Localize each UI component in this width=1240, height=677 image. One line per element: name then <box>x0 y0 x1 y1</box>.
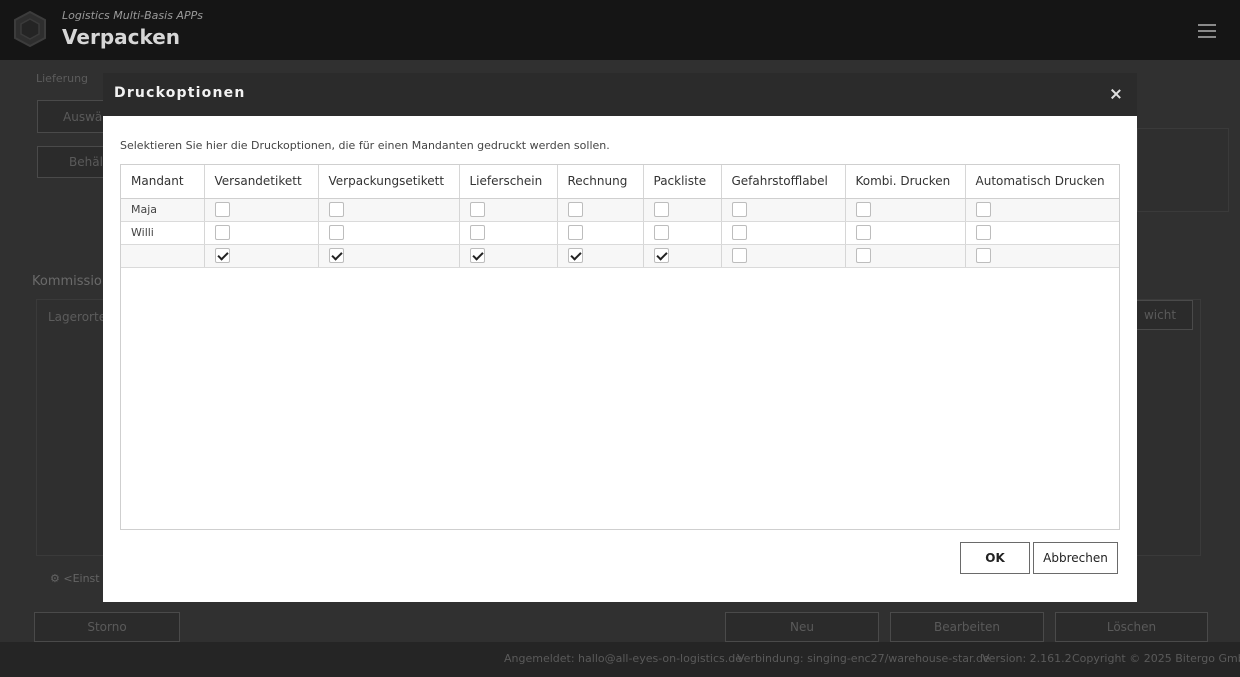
verpackungsetikett-checkbox[interactable] <box>328 225 344 240</box>
column-header-packliste[interactable]: Packliste <box>643 165 722 199</box>
select-button[interactable]: Auswäh <box>37 100 107 133</box>
checkbox-cell-gefahrstofflabel <box>721 221 846 245</box>
delivery-label: Lieferung <box>36 72 89 85</box>
mandant-cell: Maja <box>121 198 205 222</box>
tab-storage-locations[interactable]: Lagerorte <box>48 310 106 324</box>
edit-button[interactable]: Bearbeiten <box>890 612 1044 642</box>
app-subtitle: Logistics Multi-Basis APPs <box>62 9 203 22</box>
print-options-table: Mandant Versandetikett Verpackungsetiket… <box>120 164 1120 530</box>
app-header: Logistics Multi-Basis APPs Verpacken <box>0 0 1240 60</box>
cancel-order-button[interactable]: Storno <box>34 612 180 642</box>
table-row[interactable]: Willi <box>121 221 1119 245</box>
version-text: Version: 2.161.2 <box>982 652 1072 665</box>
checkbox-cell-versandetikett <box>204 198 319 222</box>
lieferschein-checkbox[interactable] <box>469 248 485 263</box>
kombi-drucken-checkbox[interactable] <box>855 202 871 217</box>
copyright-text: Copyright © 2025 Bitergo GmbH <box>1072 652 1240 665</box>
dialog-description: Selektieren Sie hier die Druckoptionen, … <box>120 139 610 152</box>
checkbox-cell-rechnung <box>557 221 644 245</box>
verpackungsetikett-checkbox[interactable] <box>328 248 344 263</box>
gefahrstofflabel-checkbox[interactable] <box>731 248 747 263</box>
column-header-gefahrstofflabel[interactable]: Gefahrstofflabel <box>721 165 846 199</box>
mandant-cell: Willi <box>121 221 205 245</box>
automatisch-drucken-checkbox[interactable] <box>975 225 991 240</box>
checkbox-cell-verpackungsetikett <box>318 221 460 245</box>
right-panel <box>1137 128 1229 212</box>
versandetikett-checkbox[interactable] <box>214 225 230 240</box>
settings-link[interactable]: ⚙ <Einst <box>50 572 100 585</box>
dialog-header: Druckoptionen <box>103 73 1137 116</box>
hamburger-menu-icon[interactable] <box>1198 24 1216 38</box>
checkbox-cell-automatisch-drucken <box>965 221 1119 245</box>
kombi-drucken-checkbox[interactable] <box>855 248 871 263</box>
rechnung-checkbox[interactable] <box>567 248 583 263</box>
packliste-checkbox[interactable] <box>653 248 669 263</box>
commission-section-title: Kommission <box>32 274 111 289</box>
connection-text: Verbindung: singing-enc27/warehouse-star… <box>737 652 990 665</box>
column-header-kombi-drucken[interactable]: Kombi. Drucken <box>845 165 966 199</box>
print-options-dialog: Druckoptionen Selektieren Sie hier die D… <box>103 73 1137 602</box>
ok-button[interactable]: OK <box>960 542 1030 574</box>
app-title: Verpacken <box>62 25 181 49</box>
gefahrstofflabel-checkbox[interactable] <box>731 225 747 240</box>
automatisch-drucken-checkbox[interactable] <box>975 248 991 263</box>
checkbox-cell-rechnung <box>557 198 644 222</box>
checkbox-cell-lieferschein <box>459 244 558 268</box>
column-header-automatisch-drucken[interactable]: Automatisch Drucken <box>965 165 1119 199</box>
column-header-mandant[interactable]: Mandant <box>121 165 205 199</box>
gefahrstofflabel-checkbox[interactable] <box>731 202 747 217</box>
rechnung-checkbox[interactable] <box>567 202 583 217</box>
rechnung-checkbox[interactable] <box>567 225 583 240</box>
close-icon[interactable] <box>1107 86 1125 104</box>
checkbox-cell-verpackungsetikett <box>318 198 460 222</box>
checkbox-cell-verpackungsetikett <box>318 244 460 268</box>
checkbox-cell-packliste <box>643 244 722 268</box>
packliste-checkbox[interactable] <box>653 225 669 240</box>
checkbox-cell-lieferschein <box>459 198 558 222</box>
column-header-versandetikett[interactable]: Versandetikett <box>204 165 319 199</box>
checkbox-cell-packliste <box>643 221 722 245</box>
delete-button[interactable]: Löschen <box>1055 612 1208 642</box>
dialog-title: Druckoptionen <box>114 85 246 101</box>
checkbox-cell-gefahrstofflabel <box>721 244 846 268</box>
cancel-button[interactable]: Abbrechen <box>1033 542 1118 574</box>
checkbox-cell-packliste <box>643 198 722 222</box>
checkbox-cell-versandetikett <box>204 244 319 268</box>
checkbox-cell-kombi-drucken <box>845 221 966 245</box>
checkbox-cell-rechnung <box>557 244 644 268</box>
versandetikett-checkbox[interactable] <box>214 202 230 217</box>
new-button[interactable]: Neu <box>725 612 879 642</box>
checkbox-cell-kombi-drucken <box>845 198 966 222</box>
lieferschein-checkbox[interactable] <box>469 202 485 217</box>
container-button[interactable]: Behäl <box>37 146 107 178</box>
column-header-verpackungsetikett[interactable]: Verpackungsetikett <box>318 165 460 199</box>
logged-in-text: Angemeldet: hallo@all-eyes-on-logistics.… <box>504 652 742 665</box>
column-header-rechnung[interactable]: Rechnung <box>557 165 644 199</box>
checkbox-cell-automatisch-drucken <box>965 244 1119 268</box>
automatisch-drucken-checkbox[interactable] <box>975 202 991 217</box>
checkbox-cell-versandetikett <box>204 221 319 245</box>
hexagon-logo-icon <box>14 10 46 48</box>
mandant-cell <box>121 244 205 268</box>
versandetikett-checkbox[interactable] <box>214 248 230 263</box>
table-header-row: Mandant Versandetikett Verpackungsetiket… <box>121 165 1119 199</box>
table-row[interactable] <box>121 244 1119 268</box>
checkbox-cell-automatisch-drucken <box>965 198 1119 222</box>
status-footer: Angemeldet: hallo@all-eyes-on-logistics.… <box>0 642 1240 677</box>
table-row[interactable]: Maja <box>121 198 1119 222</box>
packliste-checkbox[interactable] <box>653 202 669 217</box>
checkbox-cell-kombi-drucken <box>845 244 966 268</box>
verpackungsetikett-checkbox[interactable] <box>328 202 344 217</box>
kombi-drucken-checkbox[interactable] <box>855 225 871 240</box>
checkbox-cell-gefahrstofflabel <box>721 198 846 222</box>
column-header-lieferschein[interactable]: Lieferschein <box>459 165 558 199</box>
checkbox-cell-lieferschein <box>459 221 558 245</box>
settings-link-label: <Einst <box>63 572 100 585</box>
lieferschein-checkbox[interactable] <box>469 225 485 240</box>
